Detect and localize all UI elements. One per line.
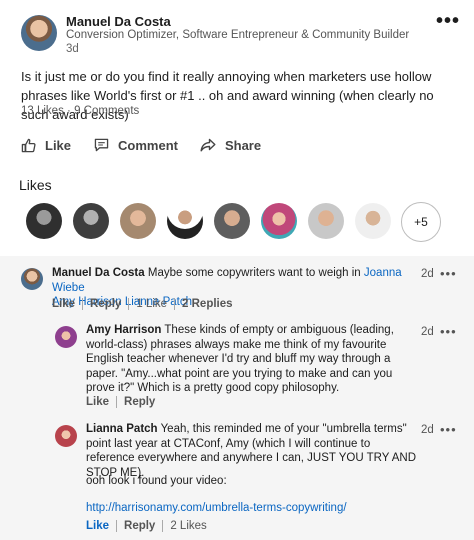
liker-avatar[interactable] (214, 203, 250, 239)
reply-likes-count[interactable]: 2 Likes (170, 520, 206, 532)
more-likers-button[interactable]: +5 (401, 202, 441, 242)
reply-like-button[interactable]: Like (86, 520, 109, 532)
divider (116, 396, 118, 408)
reply-body: Lianna Patch Yeah, this reminded me of y… (86, 422, 418, 480)
comment-icon (93, 137, 109, 153)
more-options-icon[interactable]: ••• (436, 10, 460, 33)
thumbs-up-icon (20, 137, 36, 153)
liker-avatar[interactable] (26, 203, 62, 239)
likers-list (26, 203, 402, 239)
video-link[interactable]: http://harrisonamy.com/umbrella-terms-co… (86, 501, 347, 516)
author-headline: Conversion Optimizer, Software Entrepren… (66, 29, 410, 41)
comment-more-icon[interactable]: ••• (440, 324, 457, 339)
liker-avatar[interactable] (120, 203, 156, 239)
share-arrow-icon (200, 137, 216, 153)
comment-more-icon[interactable]: ••• (440, 266, 457, 281)
engagement-counts: 13 Likes · 9 Comments (21, 105, 139, 117)
comments-count[interactable]: 9 Comments (74, 105, 139, 117)
share-button[interactable]: Share (200, 137, 261, 153)
comment-more-icon[interactable]: ••• (440, 422, 457, 437)
comment-timestamp: 2d (421, 268, 434, 280)
comment-button[interactable]: Comment (93, 137, 178, 153)
reply-body: Amy Harrison These kinds of empty or amb… (86, 323, 418, 396)
comment-author[interactable]: Manuel Da Costa (52, 267, 145, 279)
comment-author[interactable]: Lianna Patch (86, 423, 158, 435)
share-label: Share (224, 137, 262, 153)
liker-avatar[interactable] (308, 203, 344, 239)
liker-avatar[interactable] (167, 203, 203, 239)
liker-avatar[interactable] (355, 203, 391, 239)
likes-heading: Likes (19, 177, 52, 193)
separator-dot: · (63, 105, 75, 117)
comment-replies-count[interactable]: 2 Replies (182, 298, 233, 310)
reply-like-button[interactable]: Like (86, 396, 109, 408)
liker-avatar[interactable] (261, 203, 297, 239)
comment-timestamp: 2d (421, 326, 434, 338)
reply-text-line: ooh look i found your video: (86, 475, 227, 487)
author-avatar[interactable] (21, 15, 57, 51)
reply-actions: Like Reply (86, 396, 155, 408)
divider (116, 520, 118, 532)
liker-avatar[interactable] (73, 203, 109, 239)
comment-avatar[interactable] (55, 425, 77, 447)
divider (162, 520, 164, 532)
like-button[interactable]: Like (20, 137, 71, 153)
comment-avatar[interactable] (55, 326, 77, 348)
divider (82, 298, 84, 310)
comment-actions: Like Reply 1 Like 2 Replies (52, 298, 233, 310)
author-name[interactable]: Manuel Da Costa (66, 14, 171, 29)
comment-avatar[interactable] (21, 268, 43, 290)
post-actions: Like Comment Share (20, 137, 283, 153)
comment-likes-count[interactable]: 1 Like (136, 298, 167, 310)
comment-reply-button[interactable]: Reply (90, 298, 121, 310)
divider (174, 298, 176, 310)
comment-author[interactable]: Amy Harrison (86, 324, 161, 336)
reply-reply-button[interactable]: Reply (124, 396, 155, 408)
comment-timestamp: 2d (421, 424, 434, 436)
divider (128, 298, 130, 310)
reply-actions: Like Reply 2 Likes (86, 520, 207, 532)
reply-reply-button[interactable]: Reply (124, 520, 155, 532)
comment-label: Comment (118, 137, 178, 153)
comment-like-button[interactable]: Like (52, 298, 75, 310)
like-label: Like (45, 137, 72, 153)
post-timestamp: 3d (66, 43, 79, 55)
likes-count[interactable]: 13 Likes (21, 105, 64, 117)
comment-text: Maybe some copywriters want to weigh in (144, 267, 364, 279)
